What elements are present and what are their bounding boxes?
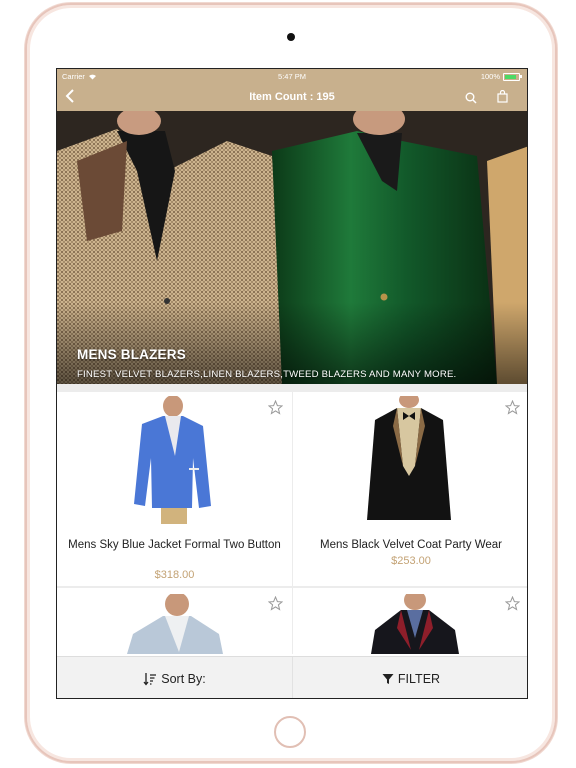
category-banner[interactable]: MENS BLAZERS FINEST VELVET BLAZERS,LINEN… (57, 111, 527, 384)
star-icon[interactable] (505, 400, 520, 415)
product-card[interactable]: Mens Sky Blue Jacket Formal Two Button $… (57, 392, 292, 586)
sort-label: Sort By: (161, 672, 206, 686)
banner-subtitle: FINEST VELVET BLAZERS,LINEN BLAZERS,TWEE… (77, 369, 457, 380)
product-image (367, 396, 451, 520)
banner-title: MENS BLAZERS (77, 347, 186, 362)
front-camera (287, 33, 295, 41)
search-button[interactable] (465, 91, 477, 109)
product-card[interactable] (57, 588, 292, 658)
sort-icon (143, 673, 157, 686)
product-name: Mens Black Velvet Coat Party Wear (320, 539, 502, 551)
product-price: $318.00 (154, 569, 195, 581)
filter-icon (382, 674, 394, 684)
star-icon[interactable] (268, 596, 283, 611)
star-icon[interactable] (505, 596, 520, 611)
product-name: Mens Sky Blue Jacket Formal Two Button (68, 539, 281, 551)
filter-label: FILTER (397, 672, 441, 686)
product-image (127, 594, 223, 654)
sort-button[interactable]: Sort By: (57, 657, 292, 698)
product-card[interactable] (293, 588, 527, 658)
shopping-bag-icon (497, 89, 508, 103)
cart-button[interactable] (497, 89, 508, 108)
navigation-bar: Item Count : 195 (57, 85, 527, 111)
status-time: 5:47 PM (278, 72, 306, 81)
app-screen: Carrier 5:47 PM 100% Item Count : 195 ME… (56, 68, 528, 699)
product-card[interactable]: Mens Black Velvet Coat Party Wear $253.0… (293, 392, 527, 586)
home-button[interactable] (274, 716, 306, 748)
battery-icon (503, 72, 522, 81)
filter-button[interactable]: FILTER (293, 657, 527, 698)
search-icon (465, 92, 477, 104)
status-bar: Carrier 5:47 PM 100% (57, 69, 527, 85)
banner-image (57, 111, 527, 384)
product-grid: Mens Sky Blue Jacket Formal Two Button $… (57, 384, 527, 658)
product-price: $253.00 (391, 555, 431, 567)
item-count-title: Item Count : 195 (249, 91, 335, 103)
product-image (371, 594, 459, 654)
product-image (134, 396, 211, 524)
battery-percent: 100% (480, 72, 500, 81)
star-icon[interactable] (268, 400, 283, 415)
bottom-toolbar: Sort By: FILTER (57, 656, 527, 698)
